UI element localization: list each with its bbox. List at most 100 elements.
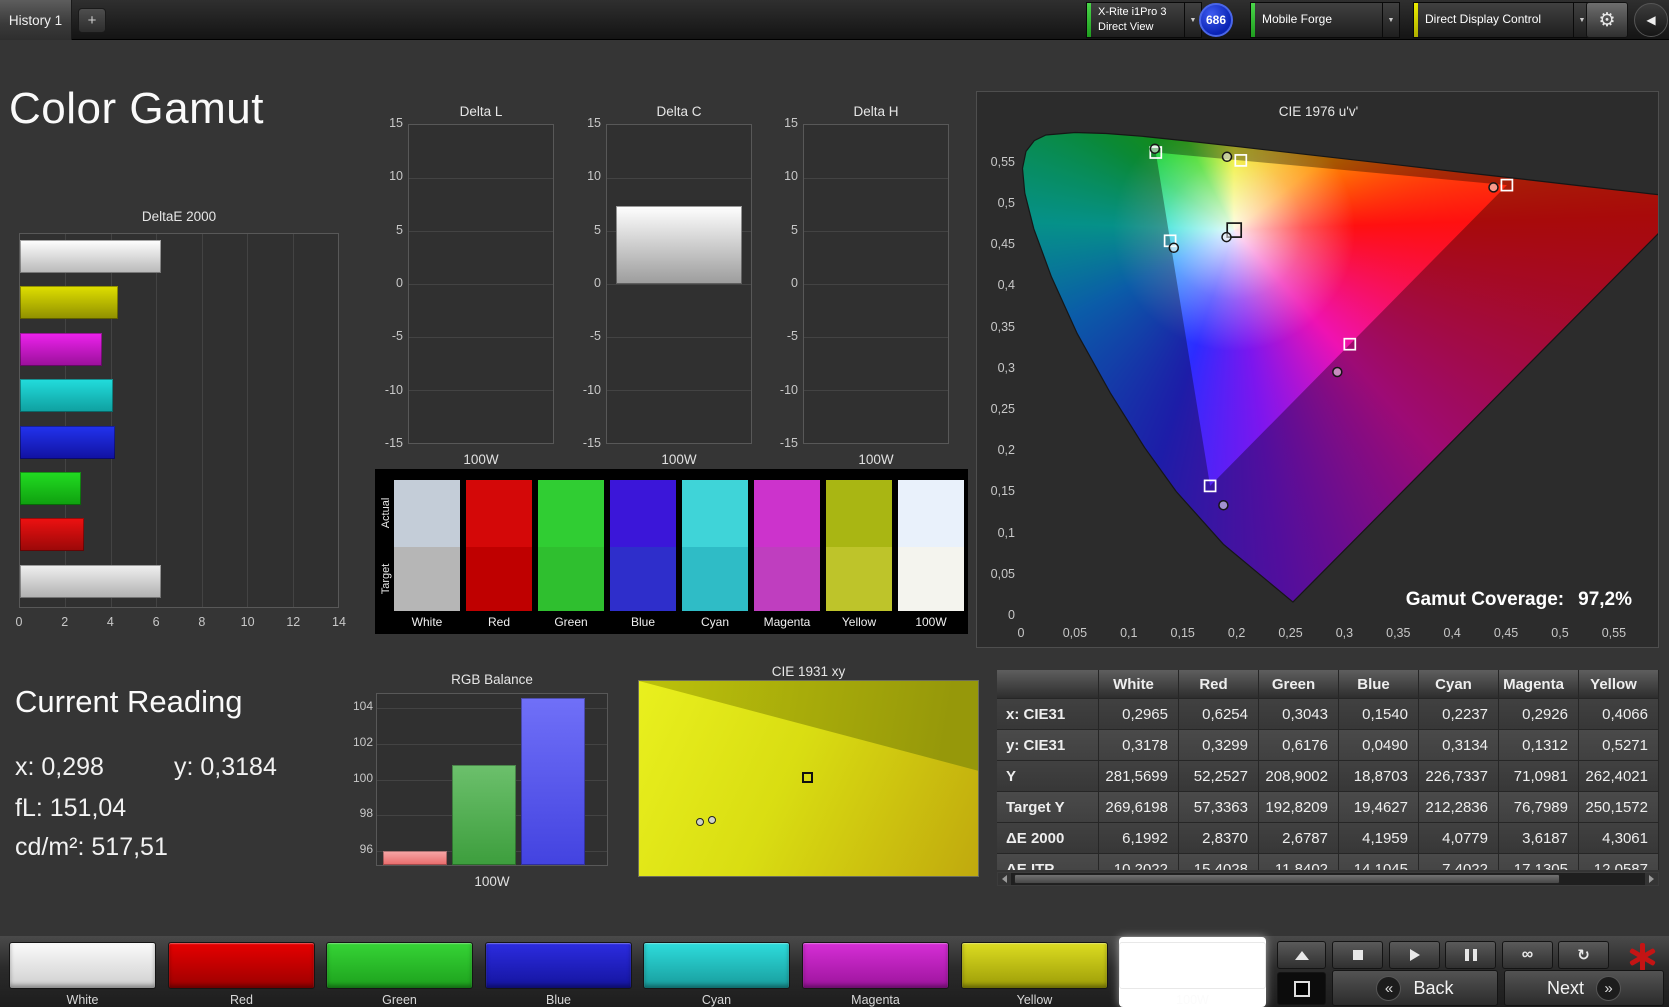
settings-button[interactable]: ⚙ [1586, 2, 1628, 38]
page-title: Color Gamut [9, 84, 264, 133]
table-cell: 281,5699 [1099, 761, 1179, 792]
stop-button[interactable] [1332, 941, 1383, 969]
table-row: ΔE ITP 10,2022 15,4028 11,8402 14,1045 7,4022… [997, 854, 1659, 870]
table-scrollbar[interactable] [997, 872, 1659, 886]
pattern-window-button[interactable] [1277, 972, 1326, 1005]
swatch-target-cyan [682, 547, 748, 611]
table-row-label: Target Y [997, 792, 1099, 823]
table-cell: 0,3134 [1419, 730, 1499, 761]
source-dropdown[interactable]: Mobile Forge ▼ [1250, 2, 1400, 38]
table-cell: 57,3363 [1179, 792, 1259, 823]
delta-h-plot [803, 124, 949, 444]
patch-button-blue[interactable]: Blue [485, 937, 632, 1007]
cie76-xtick: 0,2 [1227, 626, 1246, 640]
cie76-ytick: 0,3 [997, 360, 1015, 375]
back-button[interactable]: « Back [1332, 970, 1498, 1006]
patch-label: Magenta [851, 993, 900, 1007]
meter-dropdown[interactable]: X-Rite i1Pro 3 Direct View ▼ [1086, 2, 1202, 38]
delta-c-ytick: 5 [594, 222, 601, 237]
delta-l-ytick: 10 [389, 169, 403, 184]
collapse-toolbar-button[interactable]: ◀ [1634, 3, 1668, 37]
add-tab-button[interactable]: + [78, 8, 106, 33]
table-cell: 4,1959 [1339, 823, 1419, 854]
swatch-actual-white [394, 480, 460, 547]
play-button[interactable] [1389, 941, 1440, 969]
current-reading-heading: Current Reading [15, 684, 243, 719]
delta-l-ytick: 0 [396, 276, 403, 290]
cie76-xtick: 0,1 [1120, 626, 1138, 640]
table-cell: 12,0587 [1579, 854, 1659, 870]
table-row-label [997, 670, 1099, 699]
patch-button-100w[interactable]: 100W [1119, 937, 1266, 1007]
table-col-header: Red [1179, 670, 1259, 699]
delta-c-ytick: -5 [589, 329, 601, 344]
play-icon [1409, 949, 1420, 961]
patch-label: Cyan [701, 993, 732, 1007]
cie1931-title: CIE 1931 xy [771, 664, 846, 679]
scroll-thumb[interactable] [1014, 874, 1560, 884]
delta-h-ytick: -15 [779, 436, 798, 450]
cie76-xtick: 0,05 [1062, 626, 1088, 640]
delta-c-bar [616, 206, 742, 284]
pattern-up-button[interactable] [1277, 941, 1326, 969]
cie76-ytick: 0,25 [990, 402, 1015, 416]
patch-button-green[interactable]: Green [326, 937, 473, 1007]
cie1976-overlay [1021, 131, 1658, 603]
gamut-table: White Red Green Blue Cyan Magenta Yellow x: CIE… [997, 670, 1659, 870]
cie1931-measured-marker [708, 816, 716, 825]
table-row: ΔE 2000 6,1992 2,8370 2,6787 4,1959 4,0779 3,6… [997, 823, 1659, 854]
table-cell: 226,7337 [1419, 761, 1499, 792]
meter-count-badge[interactable]: 686 [1199, 3, 1233, 37]
deltae-xtick: 0 [15, 615, 23, 629]
pause-button[interactable] [1445, 941, 1496, 969]
cie76-ytick: 0,5 [997, 196, 1015, 210]
delta-l-plot [408, 124, 554, 444]
source-name: Mobile Forge [1262, 12, 1333, 27]
next-button[interactable]: Next » [1504, 970, 1664, 1006]
cie1931-panel: CIE 1931 xy [638, 664, 979, 877]
patch-button-white[interactable]: White [9, 937, 156, 1007]
table-cell: 0,3299 [1179, 730, 1259, 761]
table-cell: 0,1540 [1339, 699, 1419, 730]
table-col-header: White [1099, 670, 1179, 699]
cie76-ytick: 0,2 [997, 443, 1015, 458]
gear-icon: ⚙ [1598, 9, 1616, 31]
scroll-right-button[interactable] [1645, 873, 1658, 885]
loop-button[interactable]: ↻ [1558, 941, 1609, 969]
delta-h-ytick: 15 [784, 116, 798, 130]
reading-fl: fL: 151,04 [15, 794, 127, 822]
swatch-actual-green [538, 480, 604, 547]
deltae-xtick: 14 [332, 615, 346, 629]
chevron-right-icon: » [1596, 975, 1621, 1001]
deltae-bar-100w [20, 564, 161, 598]
scroll-left-button[interactable] [998, 873, 1011, 885]
patch-button-yellow[interactable]: Yellow [961, 937, 1108, 1007]
cie76-xtick: 0,4 [1443, 626, 1461, 640]
patch-button-magenta[interactable]: Magenta [802, 937, 949, 1007]
deltae-bar-blue [20, 425, 116, 459]
continuous-measure-button[interactable]: ∞ [1502, 941, 1553, 969]
table-row: Target Y 269,6198 57,3363 192,8209 19,4627 21… [997, 792, 1659, 823]
delta-h-xlabel: 100W [858, 452, 894, 467]
next-label: Next [1546, 977, 1584, 998]
cie76-ytick: 0,4 [997, 278, 1015, 293]
swatch-actual-cyan [682, 480, 748, 547]
patch-label: 100W [1176, 993, 1209, 1007]
display-control-dropdown[interactable]: Direct Display Control ▼ [1413, 2, 1591, 38]
table-cell: 212,2836 [1419, 792, 1499, 823]
table-col-header: Blue [1339, 670, 1419, 699]
patch-button-cyan[interactable]: Cyan [643, 937, 790, 1007]
deltae-xtick: 6 [152, 615, 160, 629]
table-cell: 0,3043 [1259, 699, 1339, 730]
delta-l-ytick: -10 [384, 382, 403, 397]
measured-marker-green [1149, 143, 1161, 154]
swatch-label-cyan: Cyan [700, 615, 729, 629]
deltae-xtick: 4 [106, 615, 114, 629]
rgb-balance-chart: RGB Balance 104 102 100 98 96 100W [352, 672, 612, 896]
patch-button-red[interactable]: Red [168, 937, 315, 1007]
cie76-ytick: 0,55 [990, 154, 1015, 169]
tab-history-1[interactable]: History 1 [0, 0, 72, 40]
delta-c-plot [606, 124, 752, 444]
delta-c-ytick: 15 [587, 116, 601, 130]
cie76-xtick: 0,55 [1601, 626, 1627, 640]
